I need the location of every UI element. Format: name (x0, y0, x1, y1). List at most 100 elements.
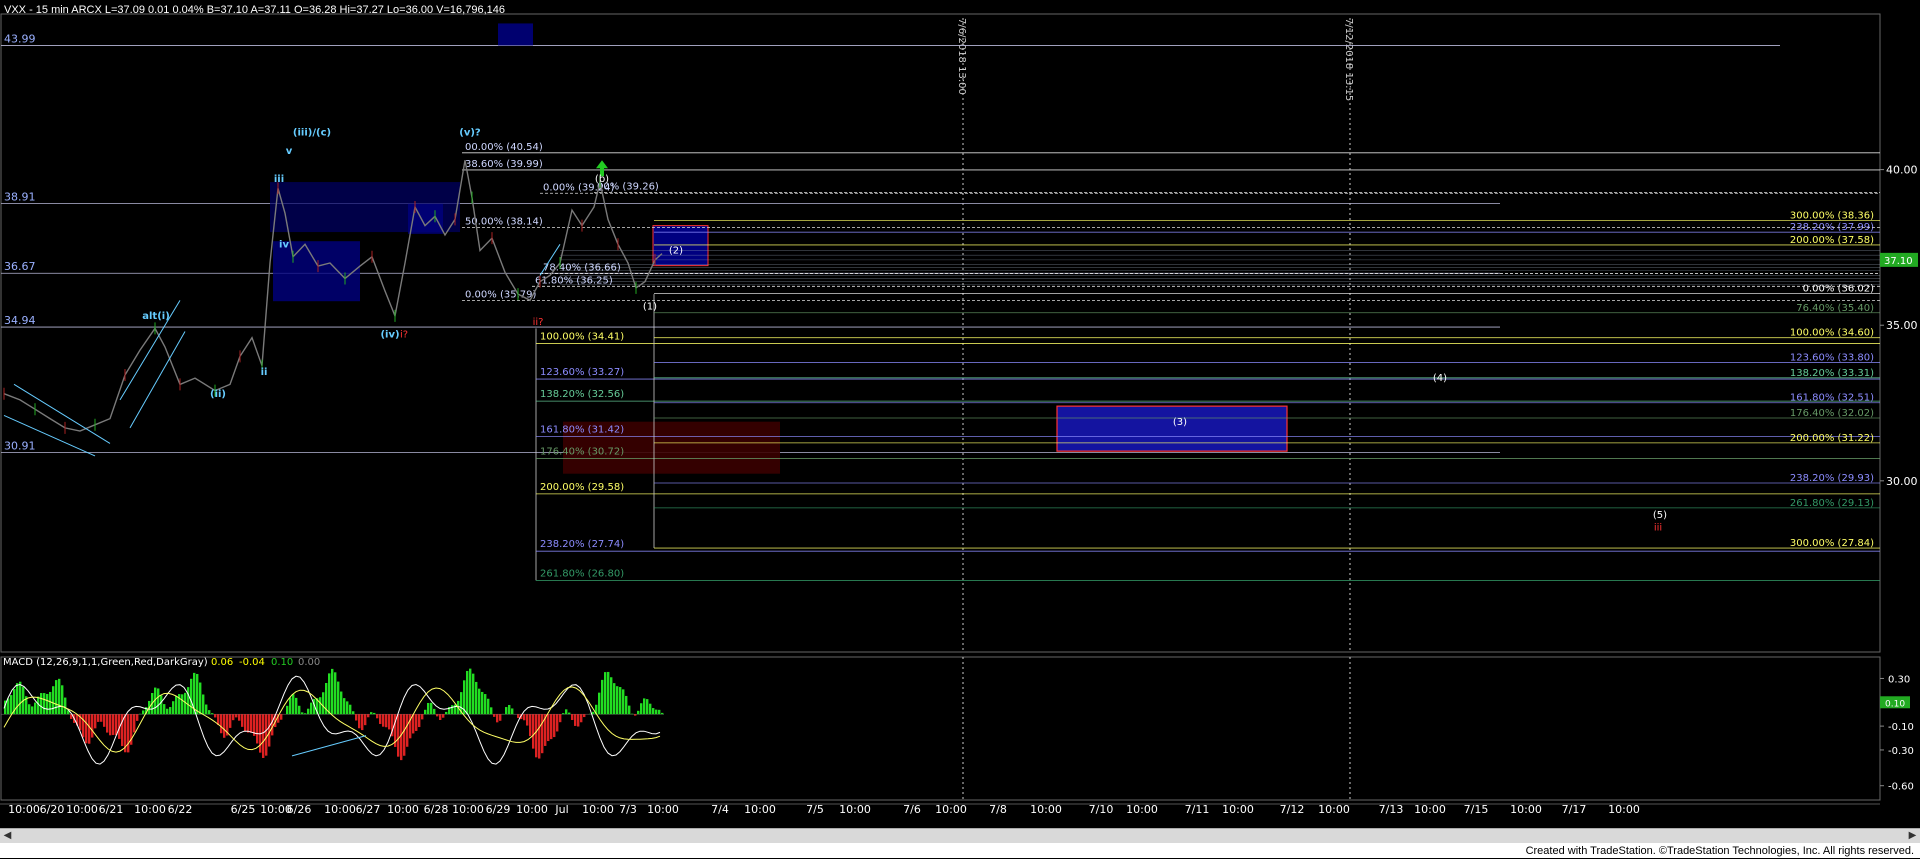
macd-histogram-bar (223, 714, 225, 738)
macd-histogram-bar (481, 692, 483, 714)
y-tick-label: 35.00 (1886, 319, 1918, 332)
macd-histogram-bar (472, 674, 474, 715)
macd-histogram-bar (427, 703, 429, 714)
x-tick-label: 6/28 (424, 803, 449, 816)
fib-upper-label: 0.00% (35.79) (465, 290, 536, 301)
wave-label: (iv) (380, 330, 399, 341)
scroll-right-icon[interactable]: ▶ (1905, 829, 1920, 843)
fib-middle-label: 123.60% (33.27) (540, 367, 624, 378)
macd-histogram-bar (133, 714, 135, 732)
wave-label: (2) (669, 246, 683, 257)
macd-histogram-bar (169, 707, 171, 714)
wave-label: (v)? (459, 127, 481, 138)
x-tick-label: 10:00 (1126, 803, 1158, 816)
fib-right-label: 261.80% (29.13) (1790, 498, 1874, 509)
macd-histogram-bar (88, 714, 90, 743)
macd-histogram-bar (208, 710, 210, 714)
macd-histogram-bar (31, 706, 33, 714)
macd-histogram-bar (385, 714, 387, 727)
macd-histogram-bar (658, 710, 660, 714)
macd-histogram-bar (10, 695, 12, 714)
macd-histogram-bar (142, 710, 144, 714)
fib-middle-label: 261.80% (26.80) (540, 568, 624, 579)
macd-value: 0.00 (298, 657, 320, 668)
macd-histogram-bar (175, 696, 177, 714)
macd-histogram-bar (661, 713, 663, 714)
macd-histogram-bar (517, 714, 519, 718)
macd-histogram-bar (361, 714, 363, 730)
macd-value: 0.06 (211, 657, 233, 668)
y-tick-label: 30.00 (1886, 475, 1918, 488)
x-tick-label: 6/27 (356, 803, 381, 816)
macd-histogram-bar (379, 714, 381, 724)
macd-histogram-bar (475, 682, 477, 714)
macd-histogram-bar (349, 705, 351, 714)
x-tick-label: 6/26 (287, 803, 312, 816)
x-tick-label: 6/25 (231, 803, 256, 816)
macd-histogram-bar (352, 711, 354, 714)
macd-histogram-bar (346, 701, 348, 714)
x-tick-label: 10:00 (1030, 803, 1062, 816)
level-label: 36.67 (4, 260, 36, 273)
macd-histogram-bar (370, 712, 372, 714)
x-tick-label: 10:00 (744, 803, 776, 816)
macd-histogram-bar (181, 694, 183, 714)
x-tick-label: 6/20 (40, 803, 65, 816)
macd-histogram-bar (172, 701, 174, 714)
macd-histogram-bar (583, 714, 585, 717)
x-tick-label: 10:00 (935, 803, 967, 816)
macd-histogram-bar (238, 714, 240, 720)
macd-histogram-bar (433, 709, 435, 714)
wave-label: (b) (595, 174, 609, 185)
macd-histogram-bar (94, 714, 96, 728)
macd-histogram-bar (649, 704, 651, 715)
fib-middle-label: 100.00% (34.41) (540, 332, 624, 343)
macd-histogram-bar (616, 686, 618, 714)
macd-histogram-bar (556, 714, 558, 731)
fib-middle-label: 200.00% (29.58) (540, 482, 624, 493)
fib-right-label: 176.40% (32.02) (1790, 408, 1874, 419)
macd-histogram-bar (580, 714, 582, 722)
wave-label: (iii)/(c) (293, 127, 331, 138)
macd-histogram-bar (406, 714, 408, 747)
macd-histogram-bar (469, 669, 471, 715)
macd-histogram-bar (112, 714, 114, 735)
macd-histogram-bar (334, 672, 336, 714)
macd-histogram-bar (529, 714, 531, 736)
wave-label: (3) (1173, 417, 1187, 428)
macd-histogram-bar (562, 713, 564, 714)
macd-histogram-bar (82, 714, 84, 737)
macd-histogram-bar (634, 714, 636, 715)
x-tick-label: 10:00 (324, 803, 356, 816)
scroll-left-icon[interactable]: ◀ (0, 829, 15, 843)
macd-histogram-bar (307, 709, 309, 714)
wave-label: i? (400, 330, 408, 341)
wave-label: (4) (1433, 373, 1447, 384)
macd-histogram-bar (319, 697, 321, 714)
macd-histogram-bar (232, 714, 234, 720)
macd-y-tick-label: -0.10 (1888, 722, 1914, 733)
macd-histogram-bar (577, 714, 579, 726)
zone-box-top (498, 23, 533, 45)
x-tick-label: 10:00 (1414, 803, 1446, 816)
wave-label: (5) (1653, 510, 1667, 521)
fib-upper-label: 38.60% (39.99) (465, 159, 543, 170)
macd-histogram-bar (199, 683, 201, 715)
macd-histogram-bar (487, 699, 489, 714)
macd-histogram-bar (310, 703, 312, 715)
macd-histogram-bar (415, 714, 417, 731)
macd-histogram-bar (43, 693, 45, 714)
fib-middle-label: 176.40% (30.72) (540, 446, 624, 457)
macd-histogram-bar (235, 714, 237, 717)
macd-histogram-bar (436, 714, 438, 716)
macd-histogram-bar (478, 689, 480, 715)
x-tick-label: 7/15 (1464, 803, 1489, 816)
macd-histogram-bar (322, 692, 324, 714)
macd-histogram-bar (136, 714, 138, 721)
x-tick-label: 7/10 (1089, 803, 1114, 816)
fib-right-label: 138.20% (33.31) (1790, 368, 1874, 379)
macd-histogram-bar (625, 696, 627, 714)
macd-histogram-bar (166, 709, 168, 714)
x-tick-label: 7/4 (711, 803, 729, 816)
horizontal-scrollbar[interactable]: ◀ ▶ (0, 828, 1920, 843)
